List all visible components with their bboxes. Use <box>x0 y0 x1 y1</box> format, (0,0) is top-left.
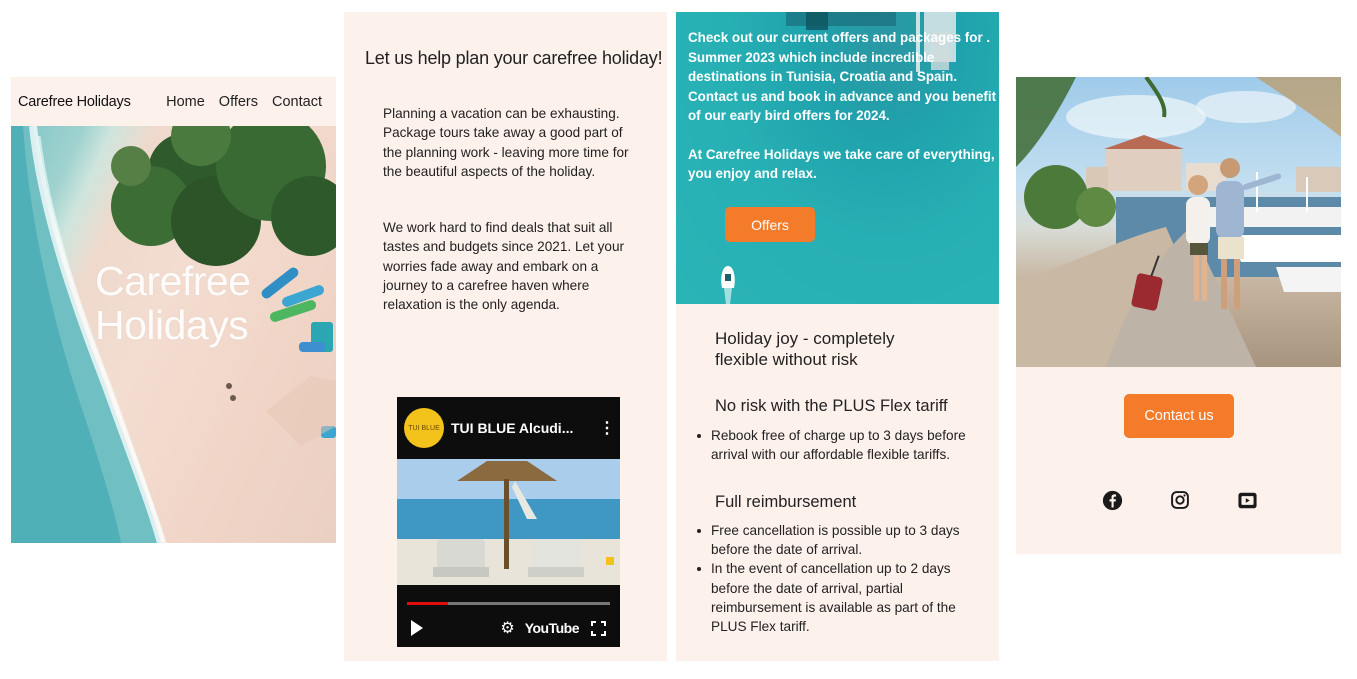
instagram-icon[interactable] <box>1169 489 1191 511</box>
channel-logo-text: TUI BLUE <box>408 424 440 432</box>
reimbursement-heading: Full reimbursement <box>715 493 857 511</box>
nav-link-offers[interactable]: Offers <box>219 94 258 110</box>
nav-links: Home Offers Contact <box>166 94 322 110</box>
youtube-logo-text[interactable]: YouTube <box>525 620 580 636</box>
intro-heading: Let us help plan your carefree holiday! <box>365 48 663 68</box>
hero-panel: Carefree Holidays Home Offers Contact Ca… <box>11 77 336 543</box>
offers-panel: Check out our current offers and package… <box>676 12 999 661</box>
nav-link-contact[interactable]: Contact <box>272 94 322 110</box>
risk-heading: No risk with the PLUS Flex tariff <box>715 397 948 415</box>
youtube-icon[interactable] <box>1236 489 1258 511</box>
settings-gear-icon[interactable]: ⚙ <box>500 618 514 638</box>
brand-logo-text[interactable]: Carefree Holidays <box>18 94 131 110</box>
hero-title: Carefree Holidays <box>95 259 251 347</box>
intro-paragraph-1: Planning a vacation can be exhausting. P… <box>383 106 629 179</box>
nav-link-home[interactable]: Home <box>166 94 205 110</box>
play-icon[interactable] <box>411 620 423 636</box>
hero-title-line1: Carefree <box>95 258 251 304</box>
video-progress-bar[interactable] <box>407 602 610 605</box>
video-controls: ⚙ YouTube <box>397 613 620 643</box>
list-item: Rebook free of charge up to 3 days befor… <box>697 426 976 464</box>
hero-beach-image: Carefree Holidays <box>11 126 336 543</box>
video-progress-fill <box>407 602 448 605</box>
contact-panel: Contact us <box>1016 77 1341 554</box>
marina-illustration <box>1016 77 1341 367</box>
video-title[interactable]: TUI BLUE Alcudi... <box>451 420 599 436</box>
reimbursement-list: Free cancellation is possible up to 3 da… <box>697 521 976 636</box>
intro-panel: Let us help plan your carefree holiday! … <box>344 12 667 661</box>
fullscreen-icon[interactable] <box>591 620 606 636</box>
intro-paragraph-2: We work hard to find deals that suit all… <box>383 220 625 313</box>
offers-sea-background: Check out our current offers and package… <box>676 12 999 304</box>
list-item: Free cancellation is possible up to 3 da… <box>697 521 976 559</box>
contact-us-button[interactable]: Contact us <box>1124 394 1234 438</box>
more-vertical-icon[interactable]: ⋮ <box>599 418 615 438</box>
hero-title-line2: Holidays <box>95 302 249 348</box>
offers-button[interactable]: Offers <box>725 207 815 242</box>
navbar: Carefree Holidays Home Offers Contact <box>11 77 336 126</box>
risk-list: Rebook free of charge up to 3 days befor… <box>697 426 976 464</box>
offers-text-1: Check out our current offers and package… <box>688 30 997 123</box>
offers-text-2: At Carefree Holidays we take care of eve… <box>688 146 995 182</box>
youtube-video-embed[interactable]: TUI BLUE TUI BLUE Alcudi... ⋮ ⚙ YouTube <box>397 397 620 647</box>
offers-text: Check out our current offers and package… <box>688 28 998 184</box>
channel-avatar[interactable]: TUI BLUE <box>404 408 444 448</box>
video-header: TUI BLUE TUI BLUE Alcudi... ⋮ <box>397 397 620 459</box>
video-thumbnail <box>397 459 620 585</box>
list-item: In the event of cancellation up to 2 day… <box>697 559 976 636</box>
couple-marina-photo <box>1016 77 1341 367</box>
flex-heading: Holiday joy - completely flexible withou… <box>715 329 895 369</box>
facebook-icon[interactable] <box>1101 489 1123 511</box>
